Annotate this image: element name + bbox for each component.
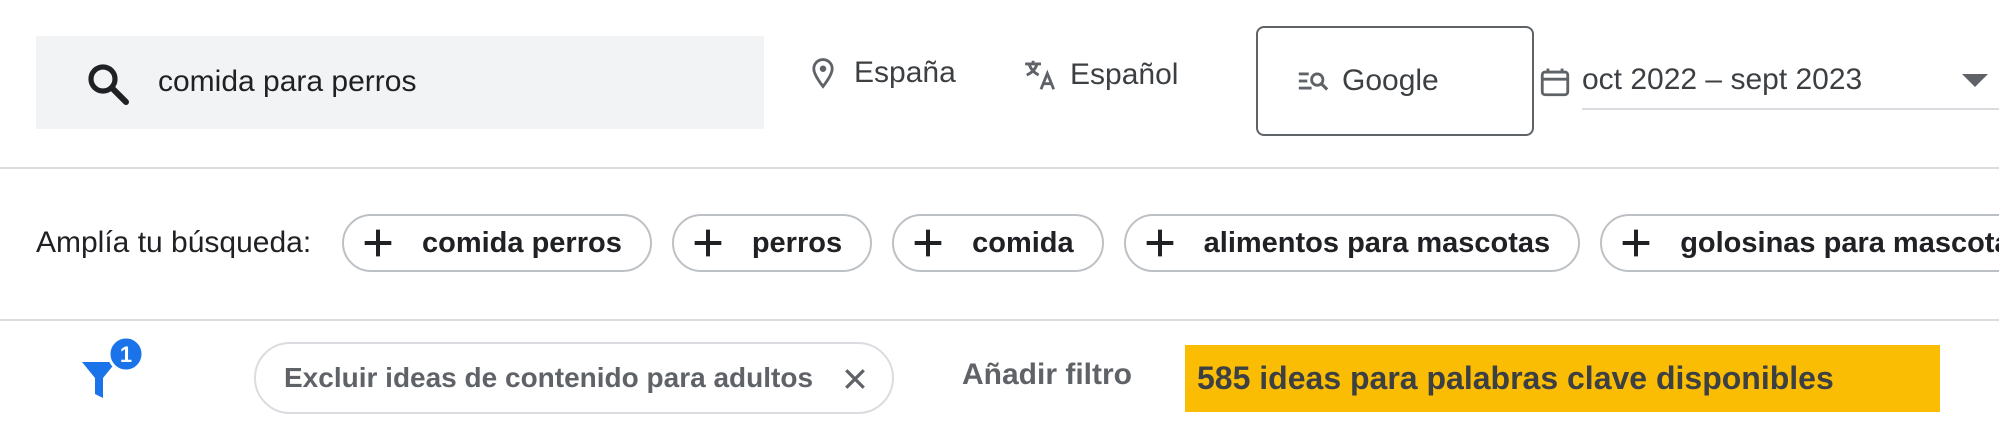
date-range-field[interactable]: oct 2022 – sept 2023 xyxy=(1582,54,1999,110)
translate-icon xyxy=(1025,60,1055,90)
plus-icon xyxy=(364,229,392,257)
date-range-label: oct 2022 – sept 2023 xyxy=(1582,63,1863,96)
location-selector[interactable]: España xyxy=(806,56,956,90)
chip-label: comida xyxy=(972,226,1074,259)
location-label: España xyxy=(854,56,956,89)
chip-label: golosinas para mascotas xyxy=(1680,226,1999,259)
broaden-chip-alimentos-para-mascotas[interactable]: alimentos para mascotas xyxy=(1123,214,1581,272)
broaden-chip-comida[interactable]: comida xyxy=(892,214,1104,272)
divider xyxy=(0,167,1999,169)
filter-icon[interactable]: 1 xyxy=(80,336,150,402)
plus-icon xyxy=(914,229,942,257)
plus-icon xyxy=(1146,229,1173,257)
language-selector[interactable]: Español xyxy=(1022,56,1178,94)
broaden-search-label: Amplía tu búsqueda: xyxy=(36,226,312,259)
location-pin-icon xyxy=(812,58,834,89)
broaden-chip-golosinas-para-mascotas[interactable]: golosinas para mascotas xyxy=(1600,214,1999,272)
broaden-chip-perros[interactable]: perros xyxy=(671,214,873,272)
add-filter-button[interactable]: Añadir filtro xyxy=(962,358,1132,392)
chip-label: perros xyxy=(751,226,843,259)
search-engine-icon xyxy=(1298,72,1329,91)
chip-label: comida perros xyxy=(422,226,622,259)
close-icon[interactable] xyxy=(840,364,870,394)
keyword-ideas-count: 585 ideas para palabras clave disponible… xyxy=(1185,345,1940,412)
plus-icon xyxy=(1622,229,1650,257)
exclude-chip-label: Excluir ideas de contenido para adultos xyxy=(284,362,814,393)
filter-count-badge: 1 xyxy=(120,342,132,367)
keyword-search-box[interactable]: comida para perros xyxy=(36,36,764,129)
search-input[interactable]: comida para perros xyxy=(158,64,416,100)
search-engine-selector[interactable]: Google xyxy=(1256,26,1534,136)
exclude-adult-ideas-chip[interactable]: Excluir ideas de contenido para adultos xyxy=(254,342,894,414)
broaden-chips: comida perros perros comida alimentos pa… xyxy=(342,214,1999,272)
plus-icon xyxy=(694,229,722,257)
broaden-chip-comida-perros[interactable]: comida perros xyxy=(342,214,652,272)
search-engine-label: Google xyxy=(1342,64,1439,97)
chip-label: alimentos para mascotas xyxy=(1203,226,1551,259)
divider xyxy=(0,319,1999,321)
search-icon xyxy=(88,64,129,105)
top-toolbar: comida para perros España Español Google xyxy=(0,0,1999,168)
calendar-icon xyxy=(1540,68,1570,97)
language-label: Español xyxy=(1070,58,1179,91)
chevron-down-icon[interactable] xyxy=(1962,74,1988,88)
